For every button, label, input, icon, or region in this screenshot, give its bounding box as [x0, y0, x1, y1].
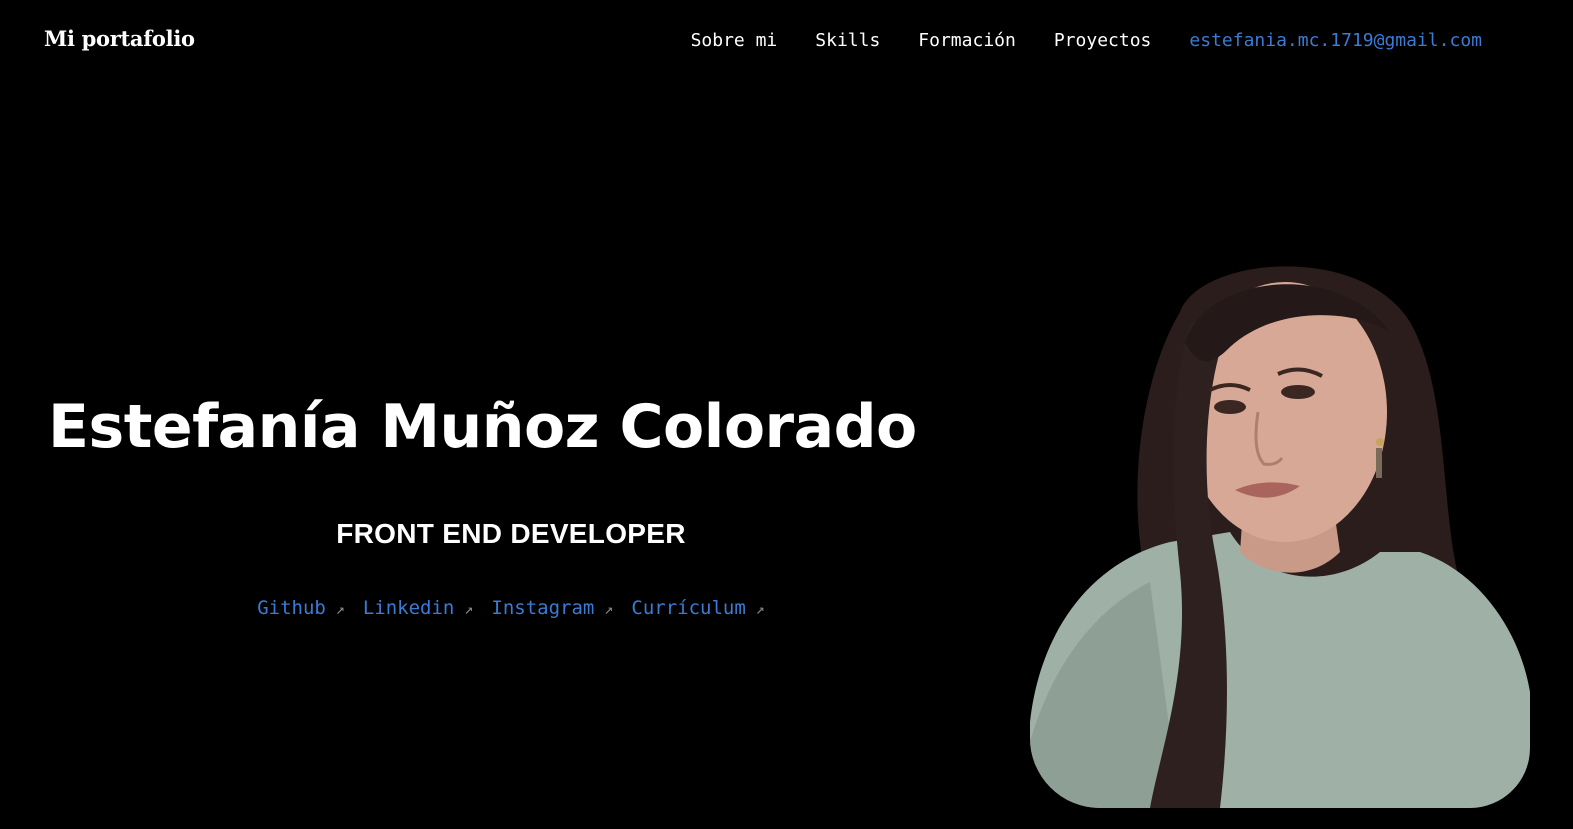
- top-nav: Sobre mi Skills Formación Proyectos este…: [691, 30, 1482, 51]
- nav-skills[interactable]: Skills: [815, 30, 880, 51]
- profile-photo: [1030, 252, 1530, 808]
- external-link-icon: ↗: [335, 600, 345, 618]
- github-link[interactable]: Github ↗: [257, 597, 345, 619]
- github-link-label: Github: [257, 597, 326, 619]
- social-links: Github ↗ Linkedin ↗ Instagram ↗ Currícul…: [0, 597, 1022, 619]
- external-link-icon: ↗: [604, 600, 614, 618]
- instagram-link-label: Instagram: [491, 597, 595, 619]
- hero-name: Estefanía Muñoz Colorado: [48, 392, 917, 462]
- portrait-illustration: [1030, 266, 1530, 808]
- brand-logo[interactable]: Mi portafolio: [44, 26, 195, 51]
- curriculum-link[interactable]: Currículum ↗: [631, 597, 764, 619]
- linkedin-link-label: Linkedin: [362, 597, 455, 619]
- email-link[interactable]: estefania.mc.1719@gmail.com: [1189, 30, 1482, 51]
- nav-formacion[interactable]: Formación: [918, 30, 1016, 51]
- curriculum-link-label: Currículum: [631, 597, 746, 619]
- hero-role: FRONT END DEVELOPER: [336, 518, 686, 549]
- nav-proyectos[interactable]: Proyectos: [1054, 30, 1152, 51]
- external-link-icon: ↗: [464, 600, 474, 618]
- linkedin-link[interactable]: Linkedin ↗: [363, 597, 474, 619]
- external-link-icon: ↗: [755, 600, 765, 618]
- instagram-link[interactable]: Instagram ↗: [491, 597, 613, 619]
- nav-sobre-mi[interactable]: Sobre mi: [691, 30, 778, 51]
